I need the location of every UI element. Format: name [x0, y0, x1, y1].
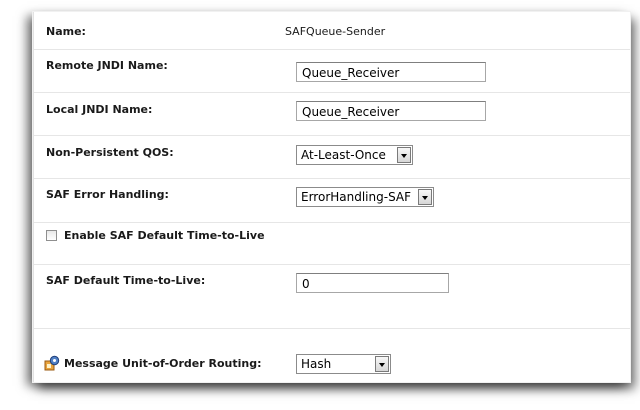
saf-error-handling-selected: ErrorHandling-SAF: [301, 190, 412, 204]
remote-jndi-input[interactable]: Queue_Receiver: [296, 62, 486, 82]
row-non-persistent-qos: Non-Persistent QOS: At-Least-Once: [34, 135, 630, 179]
non-persistent-qos-label: Non-Persistent QOS:: [46, 146, 174, 159]
enable-ttl-label[interactable]: Enable SAF Default Time-to-Live: [64, 229, 265, 242]
row-saf-error-handling: SAF Error Handling: ErrorHandling-SAF: [34, 178, 630, 223]
enable-ttl-checkbox[interactable]: [46, 230, 57, 241]
unit-of-order-routing-selected: Hash: [301, 357, 332, 371]
remote-jndi-label: Remote JNDI Name:: [46, 59, 168, 72]
local-jndi-label: Local JNDI Name:: [46, 103, 153, 116]
default-ttl-label: SAF Default Time-to-Live:: [46, 274, 206, 287]
row-enable-ttl: Enable SAF Default Time-to-Live: [34, 222, 630, 265]
gear-lock-icon: [44, 355, 60, 371]
row-local-jndi: Local JNDI Name: Queue_Receiver: [34, 92, 630, 136]
row-remote-jndi: Remote JNDI Name: Queue_Receiver: [34, 49, 630, 93]
local-jndi-input[interactable]: Queue_Receiver: [296, 101, 486, 121]
unit-of-order-routing-label: Message Unit-of-Order Routing:: [64, 357, 262, 370]
saf-error-handling-label: SAF Error Handling:: [46, 188, 169, 201]
row-name: Name: SAFQueue-Sender: [34, 12, 630, 50]
chevron-down-icon[interactable]: [418, 189, 432, 205]
settings-panel: Name: SAFQueue-Sender Remote JNDI Name: …: [33, 12, 630, 382]
name-value: SAFQueue-Sender: [285, 25, 386, 38]
default-ttl-input[interactable]: 0: [296, 273, 449, 293]
name-label: Name:: [46, 25, 86, 38]
row-unit-of-order-routing: Message Unit-of-Order Routing: Hash: [34, 328, 630, 382]
non-persistent-qos-selected: At-Least-Once: [301, 148, 386, 162]
chevron-down-icon[interactable]: [375, 356, 389, 372]
unit-of-order-routing-select[interactable]: Hash: [296, 354, 391, 374]
chevron-down-icon[interactable]: [397, 147, 411, 163]
saf-error-handling-select[interactable]: ErrorHandling-SAF: [296, 187, 434, 207]
non-persistent-qos-select[interactable]: At-Least-Once: [296, 145, 413, 165]
row-default-ttl: SAF Default Time-to-Live: 0: [34, 264, 630, 329]
